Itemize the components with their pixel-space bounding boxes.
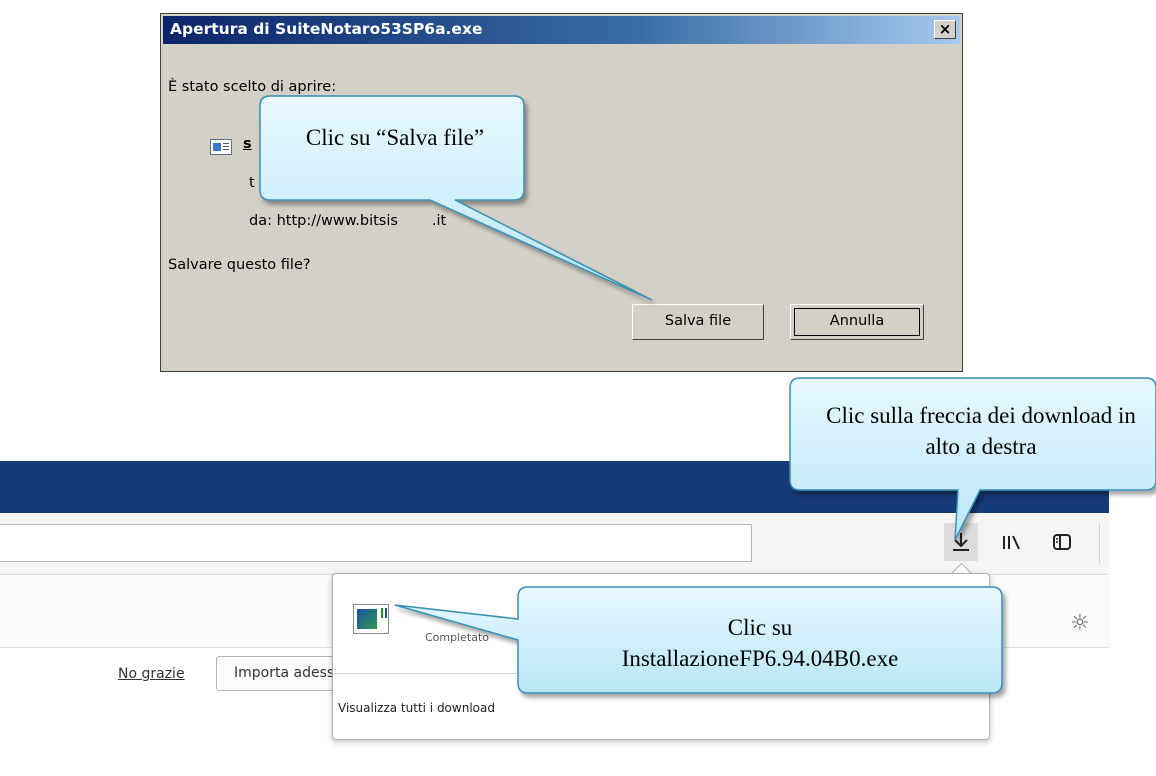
- browser-toolbar: [0, 513, 1109, 575]
- sidebar-glyph: [1053, 534, 1071, 550]
- download-status: Completato: [425, 631, 490, 644]
- no-thanks-link[interactable]: No grazie: [118, 666, 185, 682]
- source-url-text: da: http://www.bitsis: [249, 213, 398, 229]
- callout-installer-prefix: Clic su: [727, 615, 793, 640]
- save-question: Salvare questo file?: [168, 257, 311, 273]
- callout-save-file-text: Clic su “Salva file”: [305, 125, 485, 150]
- source-url-tail: .it: [431, 213, 447, 229]
- show-all-downloads-label: Visualizza tutti i download: [338, 701, 495, 715]
- callout-installer-text: Clic su InstallazioneFP6.94.04B0.exe: [525, 612, 995, 674]
- dialog-titlebar[interactable]: Apertura di SuiteNotaro53SP6a.exe ×: [163, 16, 960, 44]
- source-url: da: http://www.bitsis .it: [249, 213, 446, 229]
- sidebar-icon[interactable]: [1045, 523, 1079, 561]
- browser-title-area: [0, 461, 1109, 513]
- library-glyph: [1003, 535, 1020, 550]
- download-arrow-glyph: [953, 533, 969, 551]
- file-icon: [210, 139, 232, 155]
- file-name: s: [243, 136, 252, 152]
- open-file-dialog: Apertura di SuiteNotaro53SP6a.exe × È st…: [160, 13, 963, 372]
- cancel-button[interactable]: Annulla: [790, 304, 924, 340]
- chosen-label: È stato scelto di aprire:: [168, 79, 337, 95]
- close-icon[interactable]: ×: [934, 20, 956, 39]
- callout-download-arrow-text: Clic sulla freccia dei download in alto …: [826, 403, 1136, 459]
- gear-icon[interactable]: ☼: [1070, 611, 1090, 636]
- save-file-button[interactable]: Salva file: [632, 304, 764, 340]
- dialog-title: Apertura di SuiteNotaro53SP6a.exe: [170, 20, 483, 38]
- url-bar[interactable]: [0, 524, 752, 562]
- toolbar-separator: [1099, 523, 1100, 563]
- show-all-downloads[interactable]: Visualizza tutti i download: [333, 674, 989, 739]
- file-type: t: [249, 175, 255, 191]
- library-icon[interactable]: [995, 523, 1029, 561]
- installer-file-icon[interactable]: [353, 604, 389, 634]
- download-arrow-icon[interactable]: [944, 523, 978, 561]
- callout-installer-name: InstallazioneFP6.94.04B0.exe: [621, 646, 899, 671]
